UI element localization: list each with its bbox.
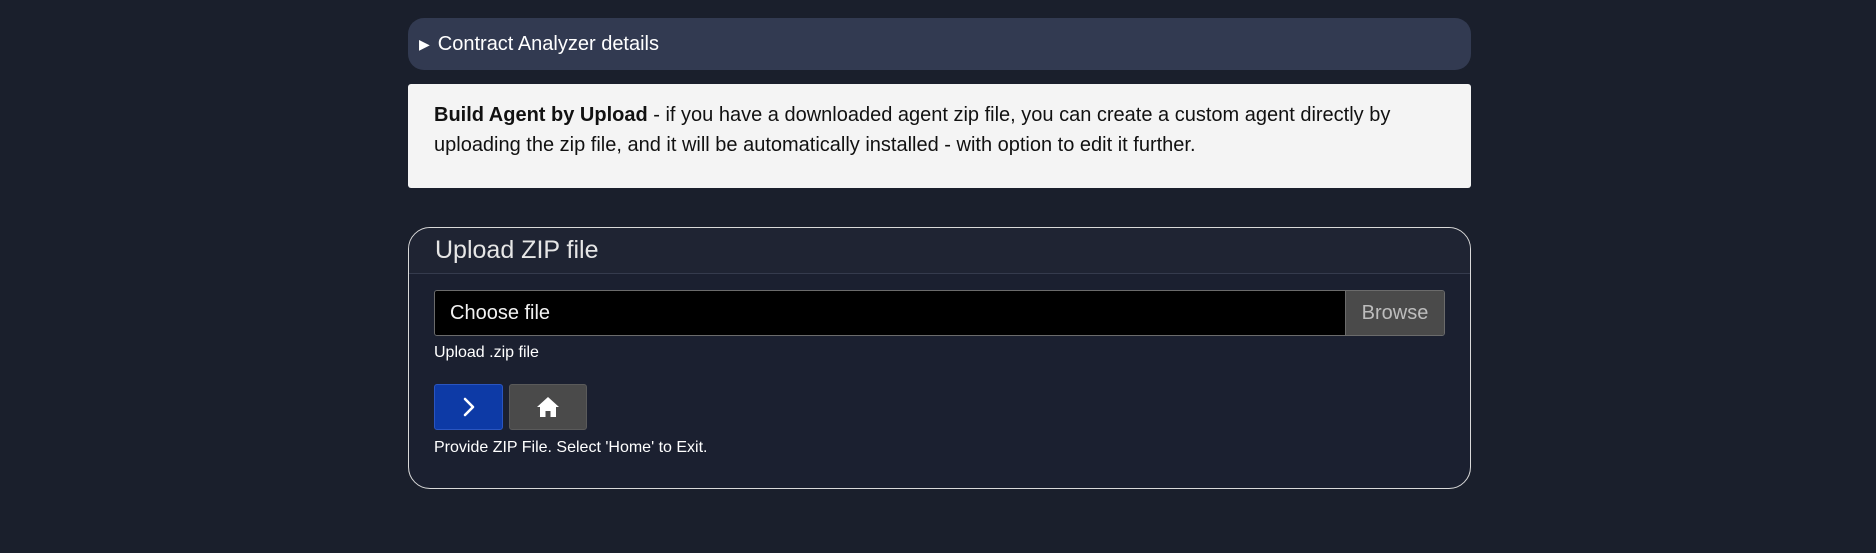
main-container: ▶ Contract Analyzer details Build Agent … xyxy=(408,18,1471,489)
next-button[interactable] xyxy=(434,384,503,430)
home-icon xyxy=(537,397,559,417)
caret-right-icon: ▶ xyxy=(419,35,430,52)
status-text: Provide ZIP File. Select 'Home' to Exit. xyxy=(434,439,708,456)
contract-analyzer-details-toggle[interactable]: ▶ Contract Analyzer details xyxy=(408,18,1471,70)
choose-file-field[interactable]: Choose file xyxy=(435,291,1345,335)
upload-card: Upload ZIP file Choose file Browse Uploa… xyxy=(408,227,1471,489)
chevron-right-icon xyxy=(463,397,474,417)
file-input[interactable]: Choose file Browse xyxy=(434,290,1445,336)
info-box: Build Agent by Upload - if you have a do… xyxy=(408,84,1471,188)
browse-button[interactable]: Browse xyxy=(1345,291,1444,335)
home-button[interactable] xyxy=(509,384,587,430)
upload-card-header: Upload ZIP file xyxy=(409,228,1470,274)
info-title: Build Agent by Upload xyxy=(434,104,648,126)
upload-card-body: Choose file Browse Upload .zip file Prov… xyxy=(409,274,1470,457)
upload-hint: Upload .zip file xyxy=(434,344,539,361)
details-label: Contract Analyzer details xyxy=(437,32,660,55)
action-buttons xyxy=(434,384,1445,430)
